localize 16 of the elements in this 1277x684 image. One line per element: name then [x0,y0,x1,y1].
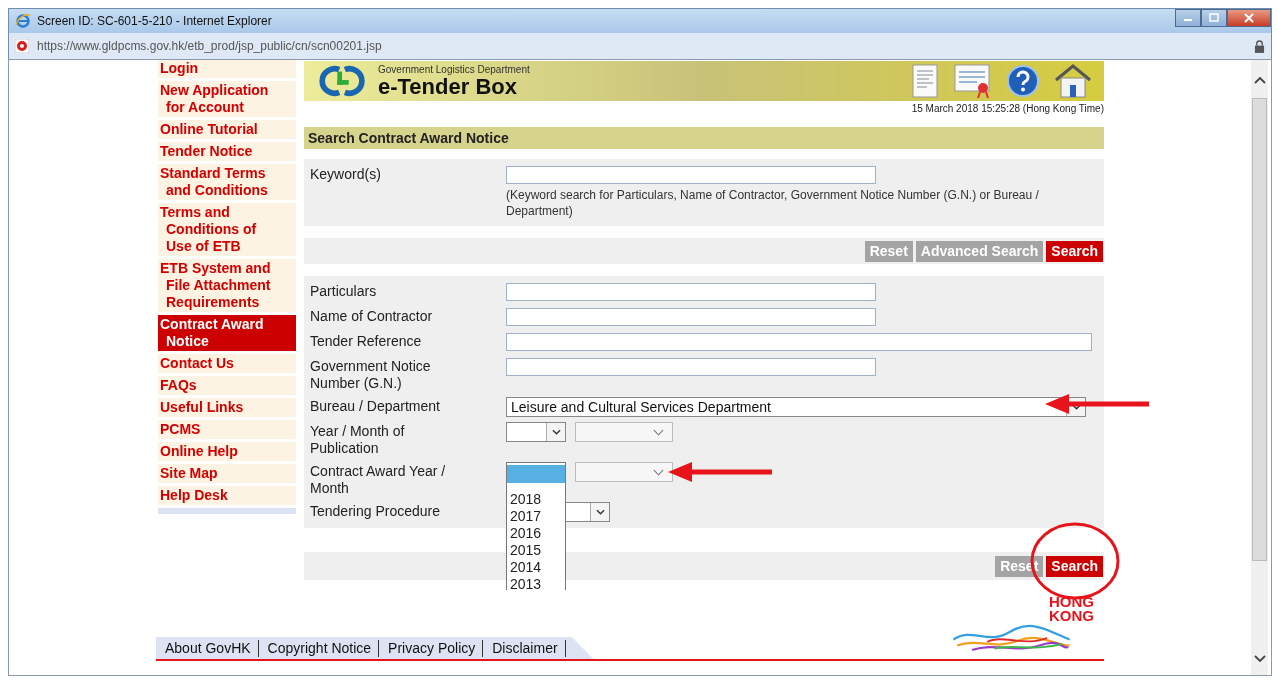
field-label: Tendering Procedure [310,502,441,520]
logo-text: KONG [1049,609,1094,623]
field-label: Keyword(s) [310,166,382,184]
keyword-hint: (Keyword search for Particulars, Name of Contractor, Government Notice Number (G.N.) or Bureau / Department) [506,187,1040,219]
field-label: Contract Award Year / Month [310,462,447,497]
site-title: e-Tender Box [378,74,517,99]
window-title: Screen ID: SC-601-5-210 - Internet Explorer [37,14,272,28]
field-label: Year / Month of Publication [310,422,406,457]
field-label: Particulars [310,282,378,300]
department-name: Government Logistics Department [378,63,530,75]
field-label: Name of Contractor [310,307,434,325]
field-label: Government Notice Number (G.N.) [310,357,432,392]
field-label: Bureau / Department [310,397,441,415]
date-time: 15 March 2018 15:25:28 (Hong Kong Time) [910,103,1104,114]
field-label: Tender Reference [310,332,423,350]
panel-title: Search Contract Award Notice [304,127,1104,149]
